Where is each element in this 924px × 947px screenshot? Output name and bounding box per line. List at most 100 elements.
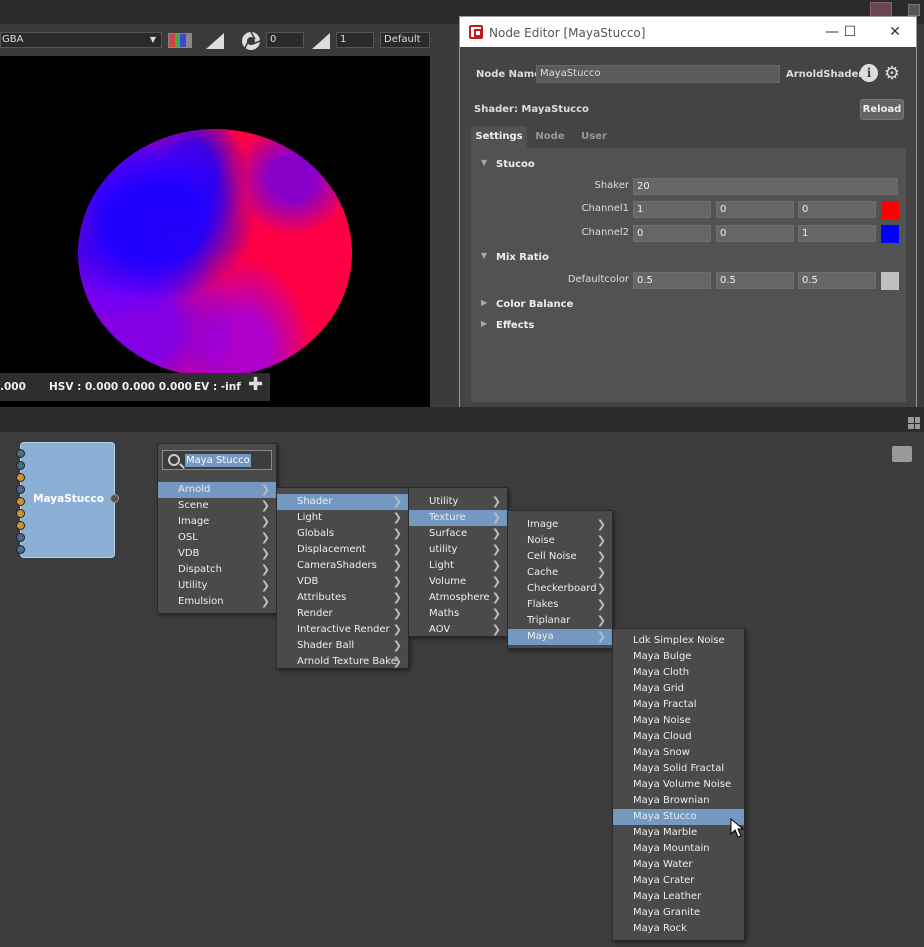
menu-item[interactable]: Maya Solid Fractal bbox=[613, 761, 744, 777]
menu-item[interactable]: Shader Ball ❯ bbox=[277, 638, 408, 654]
menu-item[interactable]: Scene ❯ bbox=[158, 498, 276, 514]
menu-item[interactable]: Dispatch ❯ bbox=[158, 562, 276, 578]
menu-item[interactable]: Maya Cloth bbox=[613, 665, 744, 681]
tab-settings[interactable]: Settings bbox=[471, 126, 527, 148]
channel1-r-field[interactable]: 1 bbox=[633, 201, 711, 218]
expanded-triangle-icon[interactable]: ▼ bbox=[481, 251, 487, 260]
plus-icon[interactable]: ✚ bbox=[248, 376, 264, 394]
menu-item[interactable]: Checkerboard ❯ bbox=[508, 581, 612, 597]
menu-item[interactable]: Maya Volume Noise bbox=[613, 777, 744, 793]
defaultcolor-r-field[interactable]: 0.5 bbox=[633, 272, 711, 289]
menu-item[interactable]: Atmosphere ❯ bbox=[409, 590, 507, 606]
section-stucco[interactable]: Stucoo bbox=[496, 159, 535, 170]
menu-item[interactable]: Light ❯ bbox=[409, 558, 507, 574]
menu-item[interactable]: Arnold Texture Bake ❯ bbox=[277, 654, 408, 670]
menu-item[interactable]: Displacement ❯ bbox=[277, 542, 408, 558]
menu-item[interactable]: Interactive Render ❯ bbox=[277, 622, 408, 638]
menu-item[interactable]: Maya Noise bbox=[613, 713, 744, 729]
menu-item[interactable]: Maya Leather bbox=[613, 889, 744, 905]
grid-view-icon[interactable] bbox=[908, 417, 920, 429]
minimize-icon[interactable]: — bbox=[822, 23, 842, 41]
comment-icon[interactable] bbox=[892, 446, 912, 462]
menu-item[interactable]: Ldk Simplex Noise bbox=[613, 633, 744, 649]
menu-item[interactable]: Maya Granite bbox=[613, 905, 744, 921]
reload-button[interactable]: Reload bbox=[860, 99, 904, 120]
defaultcolor-b-field[interactable]: 0.5 bbox=[798, 272, 876, 289]
gamma-ramp-icon[interactable] bbox=[312, 33, 330, 49]
input-port[interactable] bbox=[16, 545, 25, 554]
search-input[interactable]: Maya Stucco bbox=[162, 450, 272, 470]
expanded-triangle-icon[interactable]: ▼ bbox=[481, 158, 487, 167]
menu-item[interactable]: Maya Crater bbox=[613, 873, 744, 889]
menu-item[interactable]: Maya Grid bbox=[613, 681, 744, 697]
ramp-icon[interactable] bbox=[206, 33, 224, 49]
menu-item[interactable]: Maya ❯ bbox=[508, 629, 612, 645]
menu-item[interactable]: Maya Water bbox=[613, 857, 744, 873]
menu-item[interactable]: AOV ❯ bbox=[409, 622, 507, 638]
menu-item[interactable]: Maya Brownian bbox=[613, 793, 744, 809]
channel2-r-field[interactable]: 0 bbox=[633, 225, 711, 242]
shaker-field[interactable]: 20 bbox=[633, 178, 898, 195]
input-port[interactable] bbox=[16, 449, 25, 458]
channel2-g-field[interactable]: 0 bbox=[716, 225, 794, 242]
lut-select[interactable]: Default bbox=[380, 32, 430, 48]
menu-item[interactable]: Volume ❯ bbox=[409, 574, 507, 590]
info-icon[interactable]: i bbox=[860, 64, 878, 82]
gamma-field[interactable]: 1 bbox=[336, 32, 374, 48]
channel1-color-swatch[interactable] bbox=[881, 201, 899, 219]
menu-item[interactable]: Maya Cloud bbox=[613, 729, 744, 745]
menu-item[interactable]: Cache ❯ bbox=[508, 565, 612, 581]
section-mix-ratio[interactable]: Mix Ratio bbox=[496, 252, 549, 263]
menu-item[interactable]: Maya Snow bbox=[613, 745, 744, 761]
gear-icon[interactable]: ⚙ bbox=[882, 64, 902, 84]
menu-item[interactable]: Utility ❯ bbox=[158, 578, 276, 594]
node-graph[interactable]: MayaStucco Maya Stucco Arnold ❯ Scene ❯ Imag… bbox=[0, 432, 924, 947]
menu-item[interactable]: Attributes ❯ bbox=[277, 590, 408, 606]
collapsed-triangle-icon[interactable]: ▶ bbox=[481, 298, 487, 307]
input-port[interactable] bbox=[16, 461, 25, 470]
node-name-field[interactable]: MayaStucco bbox=[536, 65, 780, 83]
defaultcolor-g-field[interactable]: 0.5 bbox=[716, 272, 794, 289]
menu-item[interactable]: CameraShaders ❯ bbox=[277, 558, 408, 574]
menu-item[interactable]: Noise ❯ bbox=[508, 533, 612, 549]
output-port[interactable] bbox=[110, 494, 119, 503]
exposure-field[interactable]: 0 bbox=[266, 32, 304, 48]
menu-item[interactable]: Image ❯ bbox=[508, 517, 612, 533]
input-port[interactable] bbox=[16, 509, 25, 518]
menu-item[interactable]: Render ❯ bbox=[277, 606, 408, 622]
menu-item[interactable]: VDB ❯ bbox=[158, 546, 276, 562]
menu-item[interactable]: Emulsion ❯ bbox=[158, 594, 276, 610]
input-port[interactable] bbox=[16, 521, 25, 530]
input-port[interactable] bbox=[16, 533, 25, 542]
section-color-balance[interactable]: Color Balance bbox=[496, 299, 573, 310]
channel-select[interactable]: GBA ▼ bbox=[0, 32, 162, 48]
rgb-channels-icon[interactable] bbox=[168, 33, 192, 48]
section-effects[interactable]: Effects bbox=[496, 320, 534, 331]
menu-item[interactable]: Globals ❯ bbox=[277, 526, 408, 542]
menu-item[interactable]: utility ❯ bbox=[409, 542, 507, 558]
menu-item[interactable]: Light ❯ bbox=[277, 510, 408, 526]
menu-item[interactable]: Maya Bulge bbox=[613, 649, 744, 665]
maximize-icon[interactable]: ☐ bbox=[840, 23, 860, 41]
render-viewport[interactable]: GBA ▼ 0 1 Default .000 HSV : 0.000 0.000… bbox=[0, 24, 430, 407]
menu-item[interactable]: OSL ❯ bbox=[158, 530, 276, 546]
node-editor-titlebar[interactable]: Node Editor [MayaStucco] — ☐ ✕ bbox=[460, 17, 916, 47]
input-port[interactable] bbox=[16, 473, 25, 482]
menu-item[interactable]: Flakes ❯ bbox=[508, 597, 612, 613]
menu-item[interactable]: Triplanar ❯ bbox=[508, 613, 612, 629]
defaultcolor-swatch[interactable] bbox=[881, 272, 899, 290]
channel1-g-field[interactable]: 0 bbox=[716, 201, 794, 218]
menu-item[interactable]: Maya Rock bbox=[613, 921, 744, 937]
menu-item[interactable]: Utility ❯ bbox=[409, 494, 507, 510]
channel2-color-swatch[interactable] bbox=[881, 225, 899, 243]
menu-item[interactable]: Maya Mountain bbox=[613, 841, 744, 857]
exposure-aperture-icon[interactable] bbox=[241, 31, 261, 51]
menu-item[interactable]: Maya Stucco bbox=[613, 809, 744, 825]
channel2-b-field[interactable]: 1 bbox=[798, 225, 876, 242]
grid-toggle-icon[interactable] bbox=[908, 4, 920, 16]
menu-item[interactable]: Shader ❯ bbox=[277, 494, 408, 510]
graph-node-mayastucco[interactable]: MayaStucco bbox=[16, 442, 115, 558]
tab-user[interactable]: User bbox=[574, 126, 614, 148]
channel1-b-field[interactable]: 0 bbox=[798, 201, 876, 218]
menu-item[interactable]: Texture ❯ bbox=[409, 510, 507, 526]
